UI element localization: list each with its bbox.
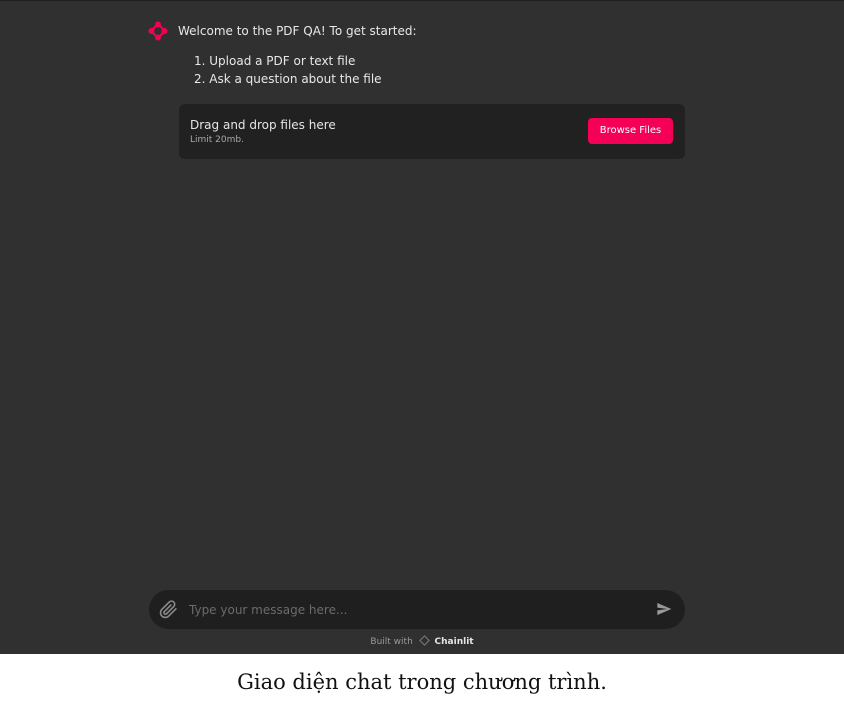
- browse-files-button[interactable]: Browse Files: [588, 118, 673, 144]
- step-item: 2. Ask a question about the file: [194, 72, 382, 86]
- steps-list: 1. Upload a PDF or text file 2. Ask a qu…: [194, 52, 382, 88]
- built-with-text: Built with: [370, 637, 413, 647]
- file-dropzone[interactable]: Drag and drop files here Limit 20mb. Bro…: [179, 104, 685, 159]
- chainlit-brand: Chainlit: [434, 637, 474, 647]
- dropzone-title: Drag and drop files here: [190, 118, 336, 132]
- chainlit-logo-icon: [148, 21, 168, 41]
- paperclip-icon[interactable]: [159, 600, 178, 619]
- welcome-text: Welcome to the PDF QA! To get started:: [178, 24, 417, 38]
- send-icon[interactable]: [656, 601, 672, 617]
- chat-window: Welcome to the PDF QA! To get started: 1…: [0, 0, 844, 654]
- message-composer: [149, 590, 685, 629]
- dropzone-limit: Limit 20mb.: [190, 135, 244, 145]
- message-input[interactable]: [189, 600, 629, 619]
- built-with-footer[interactable]: Built with Chainlit: [0, 635, 844, 649]
- figure-caption: Giao diện chat trong chương trình.: [237, 670, 607, 694]
- step-item: 1. Upload a PDF or text file: [194, 54, 356, 68]
- chainlit-mark-icon: [418, 635, 430, 646]
